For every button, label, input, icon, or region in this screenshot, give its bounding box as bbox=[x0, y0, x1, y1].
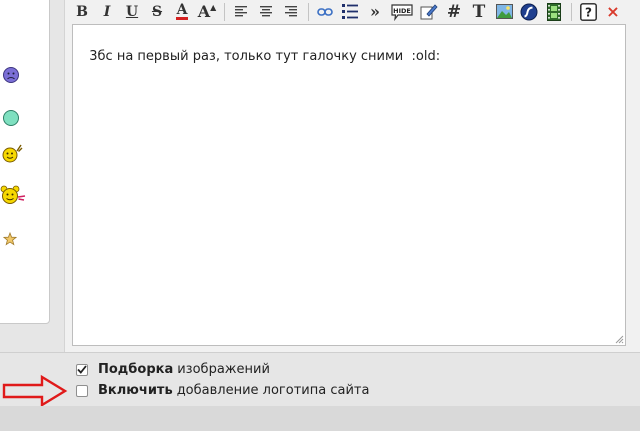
toolbar-separator bbox=[224, 2, 225, 21]
italic-button[interactable]: I bbox=[97, 2, 117, 22]
align-right-icon bbox=[285, 6, 297, 17]
font-color-label: A bbox=[176, 2, 188, 18]
edit-button[interactable] bbox=[419, 2, 439, 22]
align-center-icon bbox=[260, 6, 272, 17]
help-icon: ? bbox=[579, 2, 597, 21]
edit-icon bbox=[420, 4, 438, 20]
hide-label: HIDE bbox=[393, 7, 411, 15]
font-size-button[interactable]: A ▲ bbox=[197, 2, 217, 22]
divider bbox=[0, 352, 640, 353]
editor-toolbar: B I U S A A ▲ » HIDE # T ? × bbox=[72, 0, 632, 23]
link-icon bbox=[317, 7, 333, 16]
underline-button[interactable]: U bbox=[122, 2, 142, 22]
text-icon: T bbox=[472, 1, 486, 22]
align-left-button[interactable] bbox=[231, 2, 251, 22]
hashtag-button[interactable]: # bbox=[444, 2, 464, 22]
logo-checkbox[interactable] bbox=[76, 384, 88, 397]
logo-label-bold: Включить bbox=[98, 383, 173, 398]
align-right-button[interactable] bbox=[281, 2, 301, 22]
quote-button[interactable]: » bbox=[365, 2, 385, 22]
font-size-label: A bbox=[197, 2, 211, 21]
film-icon bbox=[547, 2, 561, 21]
resize-grip-icon[interactable] bbox=[615, 335, 624, 344]
sad-smiley-icon[interactable] bbox=[2, 66, 20, 84]
logo-label-rest: добавление логотипа сайта bbox=[176, 383, 370, 398]
gallery-label-rest: изображений bbox=[177, 362, 270, 377]
align-center-button[interactable] bbox=[256, 2, 276, 22]
waving-smiley-icon[interactable] bbox=[0, 142, 24, 164]
list-button[interactable] bbox=[340, 2, 360, 22]
bottom-bar bbox=[0, 406, 640, 431]
font-color-button[interactable]: A bbox=[172, 2, 192, 22]
message-textarea[interactable]: 3бс на первый раз, только тут галочку сн… bbox=[72, 24, 626, 346]
underline-label: U bbox=[125, 3, 139, 20]
link-button[interactable] bbox=[315, 2, 335, 22]
hashtag-icon: # bbox=[446, 1, 462, 22]
font-color-swatch bbox=[176, 17, 188, 20]
quote-icon: » bbox=[370, 2, 380, 21]
star-icon[interactable] bbox=[3, 232, 17, 246]
video-button[interactable] bbox=[544, 2, 564, 22]
toolbar-separator bbox=[308, 2, 309, 21]
strikethrough-button[interactable]: S bbox=[147, 2, 167, 22]
toolbar-separator bbox=[571, 2, 572, 21]
image-button[interactable] bbox=[494, 2, 514, 22]
flash-button[interactable] bbox=[519, 2, 539, 22]
image-icon bbox=[495, 4, 513, 19]
red-arrow-annotation bbox=[2, 374, 68, 408]
strikethrough-label: S bbox=[151, 3, 163, 20]
gallery-checkbox[interactable] bbox=[76, 363, 88, 376]
gallery-label-bold: Подборка bbox=[98, 362, 174, 377]
bold-label: B bbox=[76, 3, 88, 20]
list-icon bbox=[342, 4, 358, 19]
text-button[interactable]: T bbox=[469, 2, 489, 22]
message-text: 3бс на первый раз, только тут галочку сн… bbox=[89, 49, 441, 64]
party-smiley-icon[interactable] bbox=[0, 184, 27, 206]
help-button[interactable]: ? bbox=[578, 2, 598, 22]
checkmark-icon bbox=[77, 365, 87, 374]
hide-icon: HIDE bbox=[391, 3, 413, 21]
align-left-icon bbox=[235, 6, 247, 17]
font-size-arrow-icon: ▲ bbox=[210, 2, 217, 12]
close-button[interactable]: × bbox=[603, 2, 623, 22]
gallery-option[interactable]: Подборка изображений bbox=[76, 362, 270, 377]
logo-option[interactable]: Включить добавление логотипа сайта bbox=[76, 383, 369, 398]
italic-label: I bbox=[103, 3, 111, 20]
smiley-panel bbox=[0, 0, 50, 324]
green-smiley-icon[interactable] bbox=[2, 109, 20, 127]
hide-button[interactable]: HIDE bbox=[390, 2, 414, 22]
close-icon: × bbox=[606, 2, 620, 21]
bold-button[interactable]: B bbox=[72, 2, 92, 22]
help-label: ? bbox=[585, 5, 592, 19]
flash-icon bbox=[520, 3, 538, 20]
